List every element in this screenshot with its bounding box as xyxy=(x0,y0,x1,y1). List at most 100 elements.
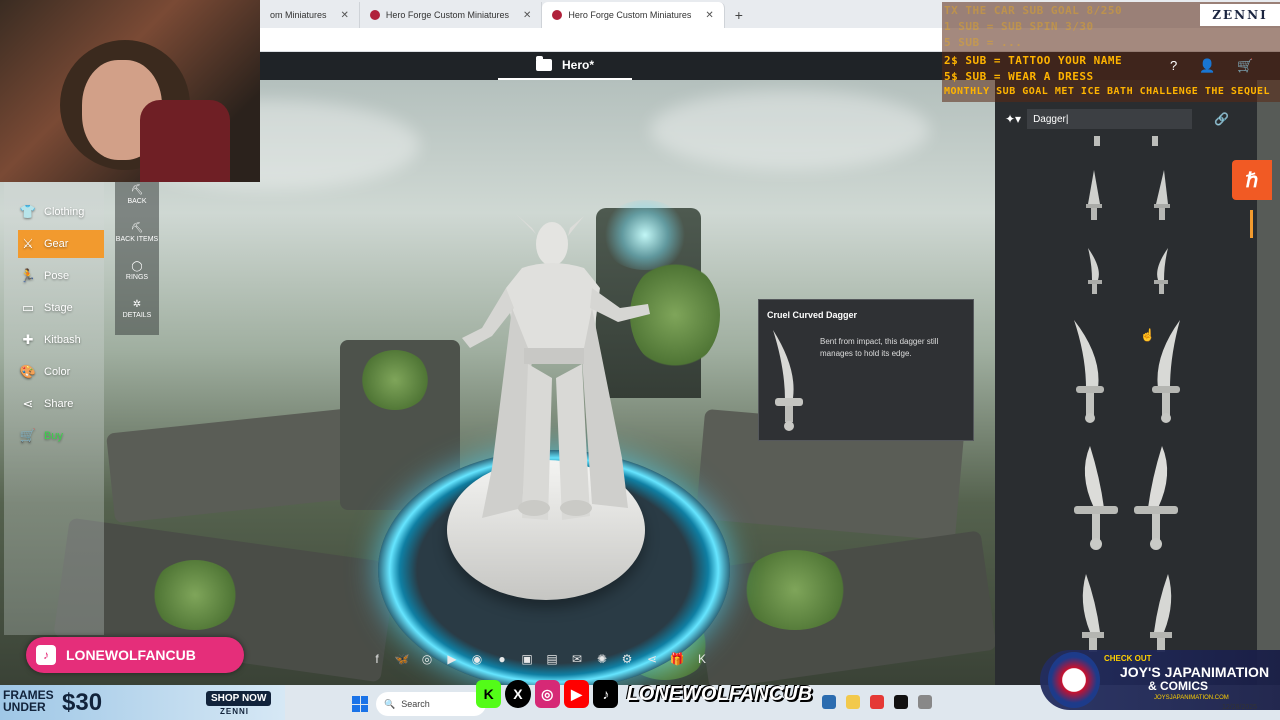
cart-icon[interactable]: 🛒 xyxy=(1237,58,1253,74)
foliage xyxy=(360,350,430,410)
project-title-tab[interactable]: Hero* xyxy=(498,52,632,80)
image-icon[interactable]: ▤ xyxy=(543,652,561,670)
kickstarter-icon[interactable]: K xyxy=(693,652,711,670)
heroforge-badge[interactable]: ℏ xyxy=(1232,160,1272,200)
netflix-icon[interactable] xyxy=(894,695,908,709)
close-tab-icon[interactable]: ✕ xyxy=(523,10,531,21)
gift-icon[interactable]: 🎁 xyxy=(668,652,686,670)
joys-check-out: CHECK OUT xyxy=(1104,654,1152,663)
foliage xyxy=(150,560,240,630)
tab-title: Hero Forge Custom Miniatures xyxy=(568,10,692,20)
discord-icon[interactable]: ◉ xyxy=(468,652,486,670)
instagram-icon: ◎ xyxy=(534,680,560,708)
pose-icon: 🏃 xyxy=(19,268,37,283)
link-icon[interactable]: 🔗 xyxy=(1214,112,1229,126)
nav-label: Stage xyxy=(44,302,73,314)
close-tab-icon[interactable]: ✕ xyxy=(705,10,713,21)
dagger-preview-icon xyxy=(773,330,803,431)
tooltip-item-description: Bent from impact, this dagger still mana… xyxy=(820,337,939,358)
folder-icon[interactable] xyxy=(846,695,860,709)
joys-japanimation-banner: CHECK OUT JOY'S JAPANIMATION & COMICS JO… xyxy=(1040,650,1280,710)
search-icon: 🔍 xyxy=(384,698,396,709)
ad-brand: ZENNI xyxy=(220,707,249,716)
kitbash-icon: ✚ xyxy=(22,332,34,347)
palette-icon: 🎨 xyxy=(19,364,37,379)
taskbar-search[interactable]: 🔍 Search xyxy=(376,692,486,716)
taskbar-pinned-apps xyxy=(822,695,932,709)
bluesky-icon[interactable]: 🦋 xyxy=(393,652,411,670)
app-icon[interactable] xyxy=(918,695,932,709)
help-icon[interactable]: ? xyxy=(1170,58,1177,74)
youtube-app-icon[interactable] xyxy=(870,695,884,709)
nav-stage[interactable]: ▭ Stage xyxy=(20,294,104,322)
subnav-back-items[interactable]: ⛏ BACK ITEMS xyxy=(115,223,159,243)
goal-line: 2$ SUB = TATTOO YOUR NAME xyxy=(944,54,1123,67)
streamer-webcam xyxy=(0,0,260,182)
details-icon: ✲ xyxy=(132,299,142,310)
goal-line: 1 SUB = SUB SPIN 3/30 xyxy=(944,20,1094,33)
nav-label: Share xyxy=(44,398,74,410)
tiktok-icon: ♪ xyxy=(36,645,56,665)
nav-clothing[interactable]: 👕 Clothing xyxy=(20,198,104,226)
tooltip-item-name: Cruel Curved Dagger xyxy=(767,310,858,320)
dagger-item[interactable] xyxy=(1072,572,1182,652)
browser-tab-active[interactable]: Hero Forge Custom Miniatures ✕ xyxy=(542,2,725,28)
joys-title: JOY'S JAPANIMATION xyxy=(1120,664,1270,680)
new-tab-button[interactable]: + xyxy=(725,2,753,28)
nav-label: Clothing xyxy=(44,206,85,218)
panel-scrollbar[interactable] xyxy=(1250,210,1253,238)
item-search-input[interactable] xyxy=(1027,109,1193,129)
goal-line: 5$ SUB = WEAR A DRESS xyxy=(944,70,1094,83)
tab-title: Hero Forge Custom Miniatures xyxy=(385,10,509,20)
dagger-item[interactable] xyxy=(1078,168,1188,222)
sparkle-icon[interactable]: ✺ xyxy=(593,652,611,670)
subnav-label: BACK xyxy=(127,198,147,205)
hero-miniature[interactable] xyxy=(452,208,662,538)
settings-gear-icon[interactable]: ⚙ xyxy=(618,652,636,670)
taskbar-search-placeholder: Search xyxy=(401,699,430,709)
ad-price: $30 xyxy=(62,689,103,716)
subnav-rings[interactable]: ◯ RINGS xyxy=(115,261,159,281)
subnav-details[interactable]: ✲ DETAILS xyxy=(115,299,159,319)
nav-buy[interactable]: 🛒 Buy xyxy=(20,422,104,450)
nav-label: Kitbash xyxy=(44,334,81,346)
youtube-icon[interactable]: ▶ xyxy=(443,652,461,670)
facebook-icon[interactable]: f xyxy=(368,652,386,670)
nav-pose[interactable]: 🏃 Pose xyxy=(20,262,104,290)
instagram-icon[interactable]: ◎ xyxy=(418,652,436,670)
nav-label: Buy xyxy=(44,430,63,442)
goal-line: MONTHLY SUB GOAL MET ICE BATH CHALLENGE … xyxy=(944,86,1271,97)
mail-icon[interactable]: ✉ xyxy=(568,652,586,670)
account-icon[interactable]: 👤 xyxy=(1199,58,1215,74)
social-handle-overlay: K X ◎ ▶ ♪ LONEWOLFANCUB xyxy=(476,679,812,709)
gear-crossed-weapons-icon: ⚔ xyxy=(22,236,34,251)
project-title: Hero* xyxy=(561,58,594,72)
share-icon[interactable]: ⋖ xyxy=(643,652,661,670)
sparkle-filter-icon[interactable]: ✦▾ xyxy=(1005,112,1021,126)
file-explorer-icon[interactable] xyxy=(822,695,836,709)
heroforge-favicon-icon xyxy=(552,10,563,20)
social-links-row: f 🦋 ◎ ▶ ◉ ● ▣ ▤ ✉ ✺ ⚙ ⋖ 🎁 K xyxy=(368,652,732,670)
dagger-item[interactable] xyxy=(1070,444,1182,552)
reddit-icon[interactable]: ● xyxy=(493,652,511,670)
subnav-back[interactable]: ⛏ BACK xyxy=(115,185,159,205)
dagger-item[interactable] xyxy=(1078,244,1188,296)
browser-tab[interactable]: om Miniatures ✕ xyxy=(260,2,360,28)
joys-mascot-logo xyxy=(1048,652,1100,708)
tiktok-handle-banner: ♪ LONEWOLFANCUB xyxy=(26,637,244,673)
windows-start-icon[interactable] xyxy=(352,696,368,712)
nav-gear[interactable]: ⚔ Gear xyxy=(18,230,104,258)
cruel-curved-dagger-item[interactable] xyxy=(1068,316,1188,424)
back-items-icon: ⛏ xyxy=(130,223,144,234)
browser-tab[interactable]: Hero Forge Custom Miniatures ✕ xyxy=(360,2,543,28)
zenni-logo: ZENNI xyxy=(1200,4,1280,26)
nav-color[interactable]: 🎨 Color xyxy=(20,358,104,386)
nav-label: Pose xyxy=(44,270,70,282)
dagger-item-partial[interactable] xyxy=(1080,136,1200,148)
stage-icon: ▭ xyxy=(21,300,35,315)
kick-icon: K xyxy=(476,680,502,708)
nav-share[interactable]: ⋖ Share xyxy=(20,390,104,418)
nav-kitbash[interactable]: ✚ Kitbash xyxy=(20,326,104,354)
close-tab-icon[interactable]: ✕ xyxy=(341,10,349,21)
twitch-icon[interactable]: ▣ xyxy=(518,652,536,670)
